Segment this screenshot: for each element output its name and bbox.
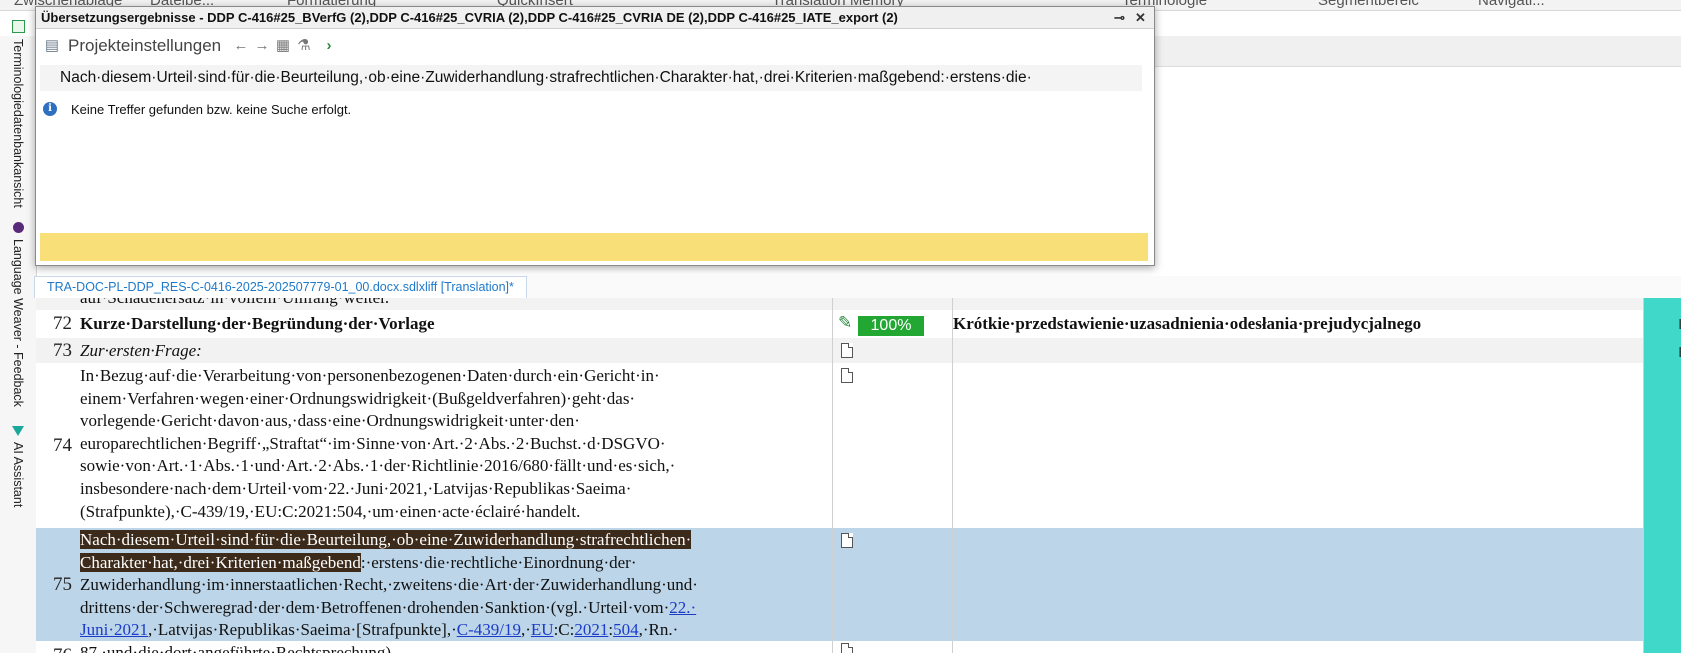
segment-target[interactable]	[953, 528, 1643, 641]
results-status-bar	[40, 233, 1148, 261]
segment-row-73[interactable]: 73 Zur·ersten·Frage: LI	[36, 338, 1681, 363]
info-icon: i	[43, 102, 57, 116]
ribbon-label-segments: Segmentbereic	[1318, 0, 1419, 9]
case-number-tag: C-439/19	[456, 620, 521, 640]
edited-pen-icon: ✎	[838, 313, 853, 332]
segment-number: 76	[36, 645, 72, 653]
pin-icon[interactable]: ⊸	[1114, 7, 1125, 28]
column-divider	[832, 298, 833, 653]
segment-number: 75	[53, 574, 72, 595]
segment-number: 73	[53, 340, 72, 361]
no-results-text: Keine Treffer gefunden bzw. keine Suche …	[71, 102, 352, 117]
ribbon-label-navigation: Navigati...	[1478, 0, 1545, 9]
segment-source[interactable]: Kurze·Darstellung·der·Begründung·der·Vor…	[80, 310, 825, 338]
settings-icon[interactable]: ▤	[44, 38, 60, 54]
segment-status	[833, 528, 953, 641]
results-message: i Keine Treffer gefunden bzw. keine Such…	[40, 101, 640, 121]
sidebar-tab-ai-assistant[interactable]: AI Assistant	[10, 426, 26, 507]
document-icon	[841, 343, 853, 358]
document-icon	[841, 643, 853, 653]
document-icon	[841, 533, 853, 548]
filter-icon[interactable]: ⚗	[296, 38, 312, 54]
sidebar-tab-label: Terminologiedatenbankansicht	[11, 39, 25, 208]
segment-row-partial: auf·Schadenersatz·in·vollem·Umfang·weite…	[36, 298, 1681, 310]
segment-lang-cell	[1644, 363, 1681, 528]
document-icon	[841, 368, 853, 383]
source-text: :C:	[553, 620, 575, 640]
segment-target[interactable]: Krótkie·przedstawienie·uzasadnienia·odes…	[953, 310, 1643, 338]
date-tag: Juni·2021	[80, 620, 148, 640]
source-line: europarechtlichen·Begriff·„Straftat“·im·…	[80, 433, 666, 453]
segment-source[interactable]: Zur·ersten·Frage:	[80, 338, 825, 363]
segment-lang-cell	[1644, 641, 1681, 653]
ecli-tag: 2021	[574, 620, 609, 640]
segment-target[interactable]	[953, 338, 1643, 363]
segment-status	[833, 363, 953, 528]
ecli-tag: 504	[613, 620, 639, 640]
project-settings-button[interactable]: Projekteinstellungen	[68, 36, 221, 56]
segment-row-76[interactable]: 76 87,·und·die·dort·angeführte·Rechtspre…	[36, 641, 1681, 653]
segment-row-75[interactable]: 75 Nach·diesem·Urteil·sind·für·die·Beurt…	[36, 528, 1681, 641]
segment-row-74[interactable]: 74 In·Bezug·auf·die·Verarbeitung·von·per…	[36, 363, 1681, 528]
source-text: ,·Rn.·	[638, 620, 679, 640]
sidebar-tab-label: Language Weaver - Feedback	[11, 239, 25, 407]
segment-source: auf·Schadenersatz·in·vollem·Umfang·weite…	[80, 298, 825, 310]
segment-status: ✎ 100%	[833, 310, 953, 338]
termbase-icon	[11, 20, 25, 33]
translation-results-window: Übersetzungsergebnisse - DDP C-416#25_BV…	[35, 6, 1155, 266]
segment-lang-cell: LI	[1644, 338, 1681, 363]
sidebar-tab-language-weaver-feedback[interactable]: Language Weaver - Feedback	[10, 222, 26, 407]
segment-lang-cell	[1644, 528, 1681, 641]
segment-status	[833, 641, 953, 653]
apply-arrow-icon[interactable]: ›	[321, 38, 337, 54]
left-sidebar: Terminologiedatenbankansicht Language We…	[0, 20, 37, 653]
close-icon[interactable]: ✕	[1135, 7, 1146, 28]
segment-target[interactable]	[953, 641, 1643, 653]
segment-source[interactable]: 87,·und·die·dort·angeführte·Rechtsprechu…	[80, 642, 825, 653]
source-line: In·Bezug·auf·die·Verarbeitung·von·person…	[80, 366, 660, 385]
compare-icon[interactable]: ▦	[275, 38, 291, 54]
segment-source[interactable]: Nach·diesem·Urteil·sind·für·die·Beurteil…	[80, 528, 825, 641]
segment-number: 72	[53, 313, 72, 334]
source-text: ,·Latvijas·Republikas·Saeima·[Strafpunkt…	[148, 620, 457, 640]
source-text: ,·	[520, 620, 531, 640]
selected-text: Nach·diesem·Urteil·sind·für·die·Beurteil…	[80, 530, 692, 549]
source-line: vorlegende·Gericht·davon·aus,·dass·eine·…	[80, 411, 580, 431]
date-tag: 22.·	[669, 597, 697, 617]
ai-assistant-icon	[12, 426, 24, 436]
source-line: Zuwiderhandlung·im·innerstaatlichen·Rech…	[80, 575, 698, 595]
source-line: (Strafpunkte),·C-439/19,·EU:C:2021:504,·…	[80, 501, 581, 521]
editor-grid: auf·Schadenersatz·in·vollem·Umfang·weite…	[36, 298, 1681, 653]
sidebar-tab-label: AI Assistant	[11, 442, 25, 508]
source-segment-text: Nach·diesem·Urteil·sind·für·die·Beurteil…	[60, 69, 1032, 86]
source-line: sowie·von·Art.·1·Abs.·1·und·Art.·2·Abs.·…	[80, 456, 676, 476]
source-line: einem·Verfahren·wegen·einer·Ordnungswidr…	[80, 388, 636, 408]
document-tab[interactable]: TRA-DOC-PL-DDP_RES-C-0416-2025-202507779…	[34, 276, 527, 298]
forward-arrow-icon[interactable]: →	[254, 38, 270, 54]
sidebar-tab-termbase-view[interactable]: Terminologiedatenbankansicht	[10, 20, 26, 208]
back-arrow-icon[interactable]: ←	[233, 38, 249, 54]
segment-lang-cell: LI	[1644, 310, 1681, 338]
selected-text: Charakter·hat,·drei·Kriterien·maßgebend	[80, 552, 361, 572]
language-weaver-icon	[12, 222, 24, 233]
results-toolbar: ▤ Projekteinstellungen ← → ▦ ⚗ ›	[36, 30, 1154, 60]
source-line: insbesondere·nach·dem·Urteil·vom·22.·Jun…	[80, 478, 632, 498]
window-titlebar[interactable]: Übersetzungsergebnisse - DDP C-416#25_BV…	[36, 7, 1154, 29]
match-badge: 100%	[858, 316, 924, 336]
column-divider	[952, 298, 953, 653]
segment-row-72[interactable]: 72 Kurze·Darstellung·der·Begründung·der·…	[36, 310, 1681, 338]
window-title: Übersetzungsergebnisse - DDP C-416#25_BV…	[41, 10, 898, 25]
ecli-tag: EU	[530, 620, 554, 640]
source-text: drittens·der·Schweregrad·der·dem·Betroff…	[80, 597, 670, 617]
segment-status	[833, 338, 953, 363]
segment-target[interactable]	[953, 363, 1643, 528]
segment-number: 74	[53, 435, 72, 456]
source-text: :·erstens·die·rechtliche·Einordnung·der·	[360, 552, 637, 572]
segment-lang-cell	[1644, 298, 1681, 310]
source-segment-preview: Nach·diesem·Urteil·sind·für·die·Beurteil…	[40, 65, 1142, 91]
column-divider	[1643, 298, 1644, 653]
segment-source[interactable]: In·Bezug·auf·die·Verarbeitung·von·person…	[80, 363, 825, 528]
